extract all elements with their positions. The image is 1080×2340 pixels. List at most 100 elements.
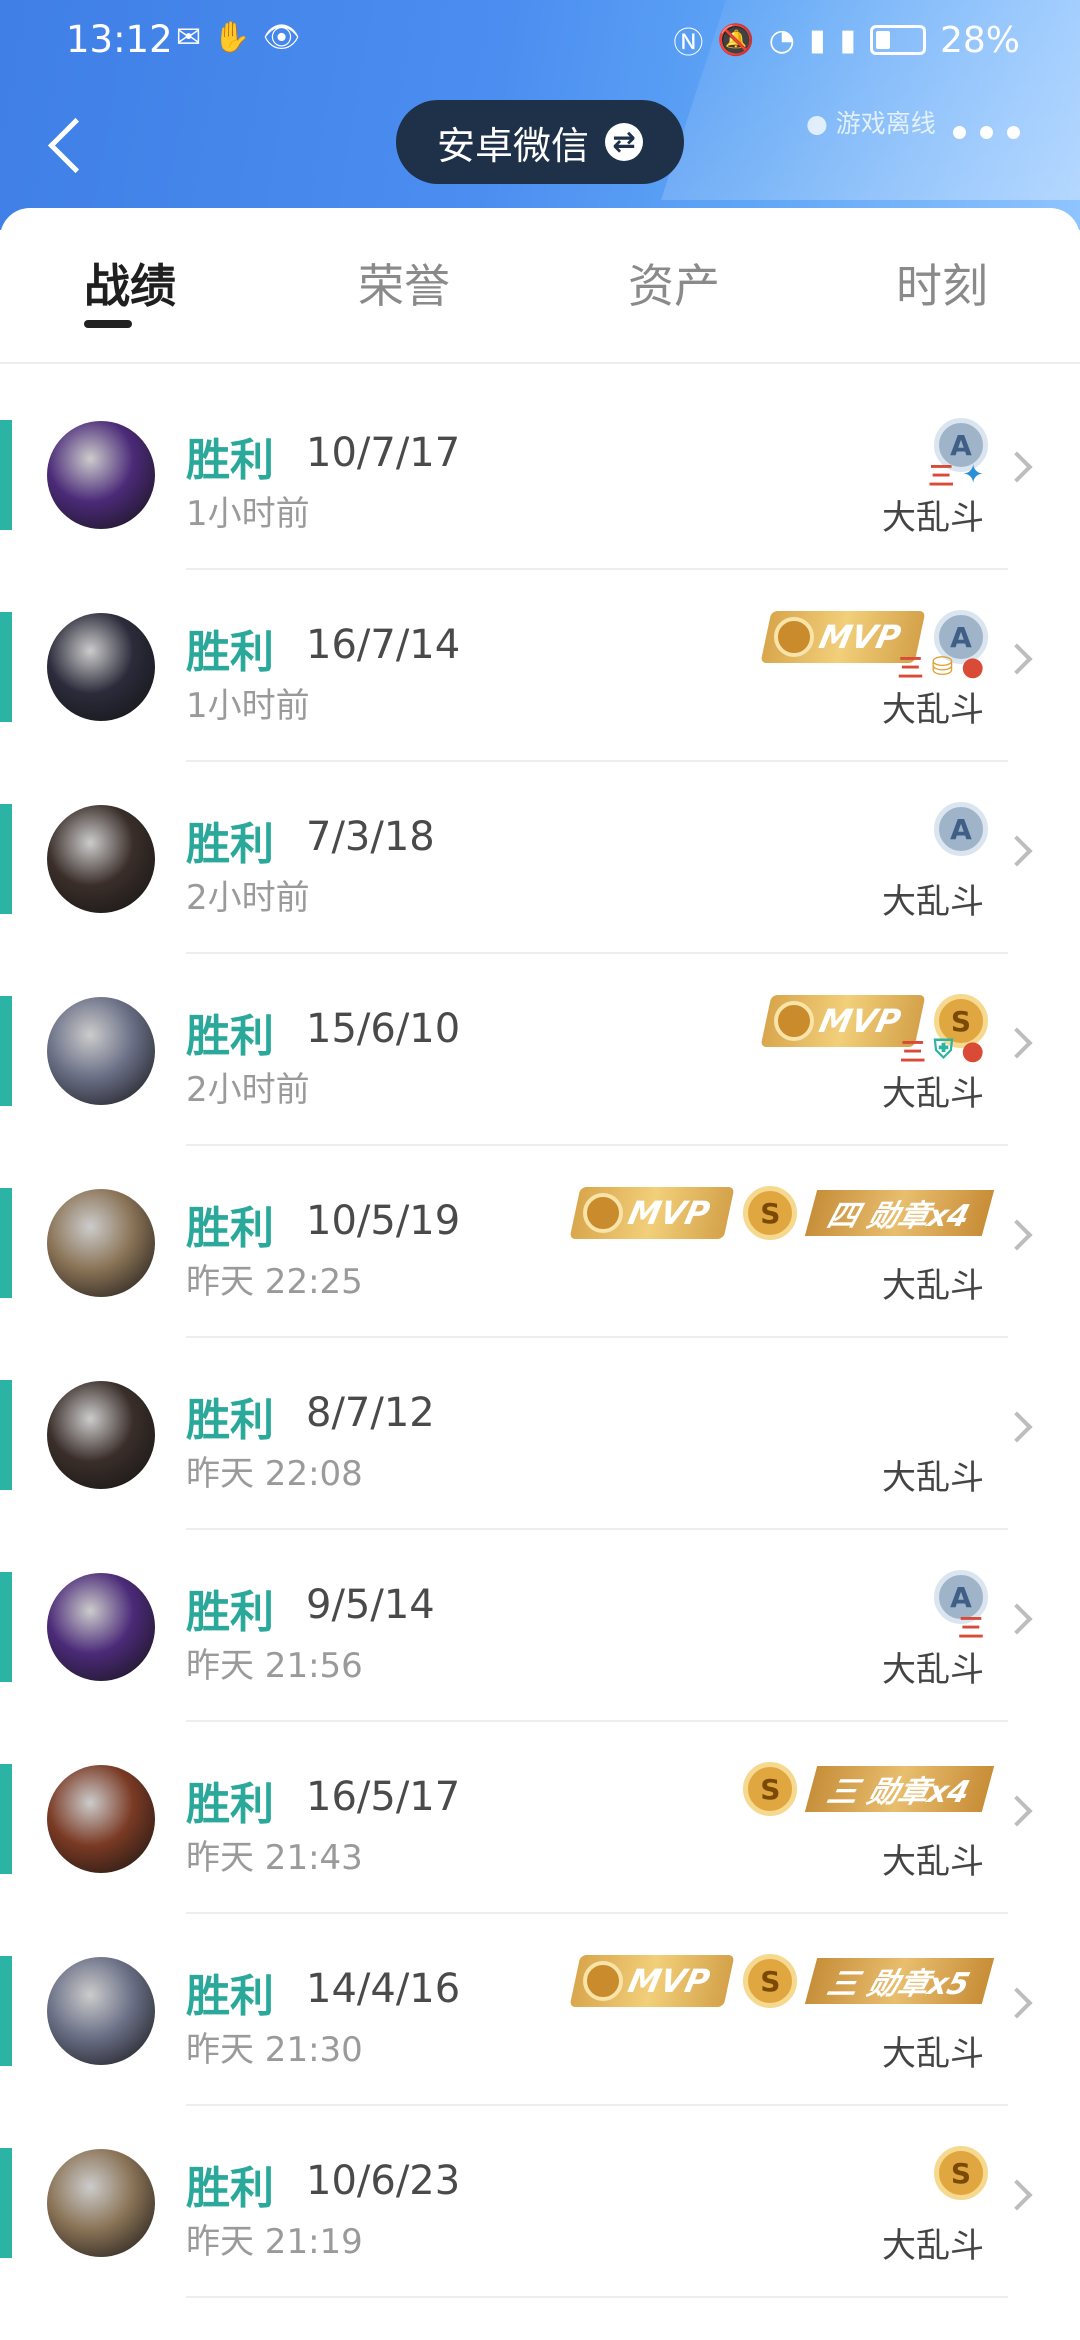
4g-signal-icon: ▮ [808, 22, 826, 58]
tab-record[interactable]: 战绩 [84, 250, 176, 316]
badge-group: A [934, 802, 988, 856]
match-result: 胜利 [186, 819, 274, 870]
win-indicator [0, 1572, 12, 1682]
badge-group: MVP S 三 勋章x5 [569, 1954, 995, 2008]
game-mode: 大乱斗 [882, 1074, 984, 1114]
chevron-right-icon [1001, 1411, 1033, 1443]
match-row[interactable]: 胜利 9/5/14 昨天 21:56 A 三 大乱斗 [0, 1530, 1080, 1722]
win-indicator [0, 996, 12, 1106]
game-mode: 大乱斗 [882, 882, 984, 922]
match-result: 胜利 [186, 1203, 274, 1254]
dot-icon [1007, 126, 1020, 139]
match-result: 胜利 [186, 1011, 274, 1062]
medal-ribbon: 四 勋章x4 [805, 1190, 995, 1236]
game-mode: 大乱斗 [882, 1842, 984, 1882]
mute-icon: 🔕 [717, 22, 755, 58]
hero-avatar [47, 805, 155, 913]
medal-ribbon: 三 勋章x4 [805, 1766, 995, 1812]
match-row[interactable]: 胜利 16/5/17 昨天 21:43 S三 勋章x4 大乱斗 [0, 1722, 1080, 1914]
match-time: 1小时前 [186, 686, 310, 726]
bird-icon: ✦ [962, 459, 984, 490]
dot-icon [980, 126, 993, 139]
battery-level: 28% [939, 19, 1020, 61]
grade-medal-icon: S [743, 1954, 798, 2008]
match-row[interactable]: 胜利 7/3/18 2小时前 A 大乱斗 [0, 762, 1080, 954]
kda-value: 15/6/10 [306, 1006, 461, 1052]
tab-moments[interactable]: 时刻 [896, 250, 988, 316]
achievement-icons: 三 ✦ [928, 456, 984, 493]
win-indicator [0, 1956, 12, 2066]
hand-icon: ✋ [213, 20, 251, 55]
kda-value: 10/6/23 [306, 2158, 461, 2204]
match-row[interactable]: 胜利 10/6/23 昨天 21:19 S 大乱斗 [0, 2106, 1080, 2298]
status-time: 13:12 [66, 18, 173, 61]
match-result: 胜利 [186, 1779, 274, 1830]
chevron-right-icon [1001, 1603, 1033, 1635]
win-indicator [0, 2148, 12, 2258]
match-row[interactable]: 胜利 15/6/10 2小时前 MVP S 三 ⛨ ● 大乱斗 [0, 954, 1080, 1146]
mvp-coin-icon [583, 1961, 624, 2001]
match-time: 昨天 21:30 [186, 2030, 363, 2070]
dot-icon [953, 126, 966, 139]
match-row[interactable]: 胜利 8/7/12 昨天 22:08 大乱斗 [0, 1338, 1080, 1530]
hero-avatar [47, 421, 155, 529]
chevron-right-icon [1001, 835, 1033, 867]
hero-avatar [47, 613, 155, 721]
achievement-icons: 三 ⛁ ● [898, 648, 985, 685]
grade-medal-icon: A [934, 802, 988, 856]
hero-avatar [47, 1381, 155, 1489]
more-options-button[interactable] [953, 126, 1020, 139]
badge-group: MVP S 四 勋章x4 [569, 1186, 995, 1240]
match-list: 胜利 10/7/17 1小时前 A 三 ✦ 大乱斗 胜利 16/7/14 1小时前… [0, 378, 1080, 2298]
tab-honor[interactable]: 荣誉 [358, 250, 450, 316]
wifi-icon: ◔ [768, 22, 795, 58]
match-result: 胜利 [186, 1971, 274, 2022]
match-row[interactable]: 胜利 10/7/17 1小时前 A 三 ✦ 大乱斗 [0, 378, 1080, 570]
chevron-right-icon [1001, 1987, 1033, 2019]
divider [186, 2296, 1008, 2298]
match-result: 胜利 [186, 2163, 274, 2214]
mvp-coin-icon [773, 1001, 814, 1041]
triple-kill-icon: 三 [957, 1614, 984, 1644]
4g-signal-icon: ▮ [839, 22, 856, 58]
hero-avatar [47, 1189, 155, 1297]
chevron-right-icon [1001, 2179, 1033, 2211]
chevron-right-icon [1001, 1219, 1033, 1251]
triple-kill-icon: 三 [897, 654, 924, 684]
back-button[interactable] [42, 108, 92, 178]
kda-value: 9/5/14 [306, 1582, 435, 1628]
shield-icon: ⛨ [933, 1035, 954, 1065]
hero-avatar [47, 1765, 155, 1873]
grade-medal-icon: S [934, 2146, 988, 2200]
win-indicator [0, 1188, 12, 1298]
battery-icon [869, 25, 926, 55]
wechat-icon: ✉ [176, 20, 202, 55]
account-switch-button[interactable]: 安卓微信 ⇄ [396, 100, 684, 184]
mvp-badge: MVP [569, 1955, 735, 2007]
kda-value: 16/5/17 [306, 1774, 461, 1820]
chevron-right-icon [1001, 643, 1033, 675]
match-time: 昨天 22:25 [186, 1262, 363, 1302]
hero-avatar [47, 1957, 155, 2065]
achievement-icons: 三 ⛨ ● [900, 1032, 984, 1069]
game-mode: 大乱斗 [882, 2226, 984, 2266]
tab-indicator [84, 320, 132, 328]
tab-assets[interactable]: 资产 [628, 250, 720, 316]
game-mode: 大乱斗 [882, 1266, 984, 1306]
badge-group: S [934, 2146, 988, 2200]
medal-ribbon: 三 勋章x5 [805, 1958, 995, 2004]
match-time: 1小时前 [186, 494, 310, 534]
game-mode: 大乱斗 [882, 690, 984, 730]
match-result: 胜利 [186, 435, 274, 486]
match-row[interactable]: 胜利 10/5/19 昨天 22:25 MVP S 四 勋章x4 大乱斗 [0, 1146, 1080, 1338]
kda-value: 16/7/14 [306, 622, 461, 668]
match-time: 昨天 21:19 [186, 2222, 363, 2262]
account-label: 安卓微信 [436, 123, 589, 168]
chevron-right-icon [1001, 1027, 1033, 1059]
kda-value: 10/7/17 [306, 430, 461, 476]
grade-medal-icon: S [743, 1186, 798, 1240]
badge-group: S三 勋章x4 [743, 1762, 995, 1816]
match-row[interactable]: 胜利 16/7/14 1小时前 MVP A 三 ⛁ ● 大乱斗 [0, 570, 1080, 762]
match-row[interactable]: 胜利 14/4/16 昨天 21:30 MVP S 三 勋章x5 大乱斗 [0, 1914, 1080, 2106]
match-time: 2小时前 [186, 878, 310, 918]
